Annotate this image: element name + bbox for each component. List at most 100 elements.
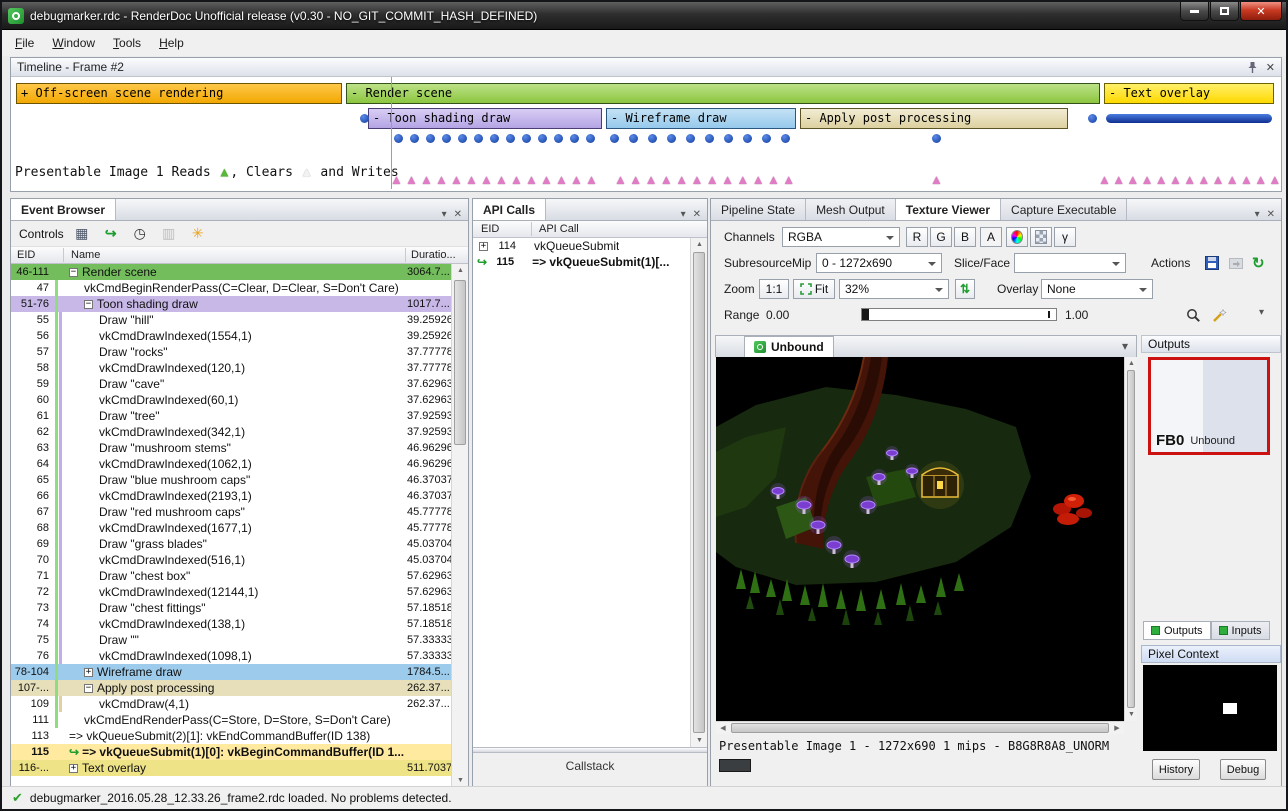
slice-face-combo[interactable]: [1014, 253, 1126, 273]
scroll-thumb[interactable]: [454, 280, 466, 445]
toolbar-collapse-icon[interactable]: ▾: [1259, 303, 1264, 323]
channel-green-button[interactable]: G: [930, 227, 952, 247]
event-row[interactable]: 111vkCmdEndRenderPass(C=Store, D=Store, …: [11, 712, 451, 728]
tab-event-browser[interactable]: Event Browser: [11, 199, 116, 220]
event-row[interactable]: 63Draw "mushroom stems"46.96296: [11, 440, 451, 456]
expander-plus-icon[interactable]: +: [479, 242, 488, 251]
timeline-close-icon[interactable]: ✕: [1266, 61, 1275, 74]
scroll-right-icon[interactable]: ▶: [1110, 722, 1124, 735]
api-calls-column-header[interactable]: EID API Call: [473, 221, 707, 238]
history-button[interactable]: History: [1152, 759, 1200, 780]
scroll-up-icon[interactable]: ▲: [691, 238, 708, 251]
save-texture-button[interactable]: [1199, 253, 1225, 273]
timeline-bar[interactable]: - Toon shading draw: [368, 108, 602, 129]
export-texture-button[interactable]: [1223, 253, 1249, 273]
timeline-bar[interactable]: - Apply post processing: [800, 108, 1068, 129]
restore-button[interactable]: [1210, 2, 1239, 21]
menu-item-window[interactable]: Window: [43, 32, 104, 54]
right-close-icon[interactable]: ✕: [1267, 209, 1275, 220]
event-row[interactable]: 60vkCmdDrawIndexed(60,1)37.62963: [11, 392, 451, 408]
api-call-row[interactable]: ↪115=> vkQueueSubmit(1)[...: [473, 254, 690, 270]
timeline-settings-icon[interactable]: ▦: [71, 224, 93, 244]
checkerboard-background-button[interactable]: [1030, 227, 1052, 247]
range-white-handle[interactable]: [1048, 311, 1050, 318]
timeline-bar[interactable]: - Render scene: [346, 83, 1100, 104]
event-row[interactable]: 78-104+Wireframe draw1784.5...: [11, 664, 451, 680]
event-row[interactable]: 46-111−Render scene3064.7...: [11, 264, 451, 280]
menu-item-help[interactable]: Help: [150, 32, 193, 54]
expander-minus-icon[interactable]: −: [84, 300, 93, 309]
scroll-thumb[interactable]: [1127, 370, 1135, 708]
event-row[interactable]: 64vkCmdDrawIndexed(1062,1)46.96296: [11, 456, 451, 472]
channel-red-button[interactable]: R: [906, 227, 928, 247]
event-row[interactable]: 69Draw "grass blades"45.03704: [11, 536, 451, 552]
event-row[interactable]: 55Draw "hill"39.25926: [11, 312, 451, 328]
texture-list-caret-icon[interactable]: ▾: [1122, 339, 1136, 357]
menu-item-tools[interactable]: Tools: [104, 32, 150, 54]
event-row[interactable]: 116-...+Text overlay511.7037: [11, 760, 451, 776]
event-row[interactable]: 70vkCmdDrawIndexed(516,1)45.03704: [11, 552, 451, 568]
range-slider[interactable]: [861, 308, 1057, 321]
texture-image[interactable]: [716, 357, 1124, 721]
fb0-thumbnail[interactable]: FB0 Unbound: [1148, 357, 1270, 455]
zoom-1to1-button[interactable]: 1:1: [759, 279, 789, 299]
zoom-combo[interactable]: 32%: [839, 279, 949, 299]
texture-vscrollbar[interactable]: ▲ ▼: [1124, 357, 1137, 721]
tab-inputs[interactable]: Inputs: [1211, 621, 1270, 640]
mip-combo[interactable]: 0 - 1272x690: [816, 253, 942, 273]
event-row[interactable]: 68vkCmdDrawIndexed(1677,1)45.77778: [11, 520, 451, 536]
event-row[interactable]: 107-...−Apply post processing262.37...: [11, 680, 451, 696]
timeline-canvas[interactable]: Presentable Image 1 Reads ▲, Clears ▲ an…: [11, 77, 1281, 191]
channel-blue-button[interactable]: B: [954, 227, 976, 247]
scroll-left-icon[interactable]: ◀: [716, 722, 730, 735]
event-browser-column-header[interactable]: EID Name Duratio...: [11, 247, 468, 264]
tab-pipeline-state[interactable]: Pipeline State: [711, 199, 806, 220]
expander-minus-icon[interactable]: −: [69, 268, 78, 277]
api-calls-menu-caret-icon[interactable]: ▾: [681, 209, 686, 220]
scroll-up-icon[interactable]: ▲: [452, 264, 469, 277]
goto-event-icon[interactable]: ↪: [100, 224, 122, 244]
pin-icon[interactable]: [1247, 61, 1258, 74]
tab-texture-unbound[interactable]: Unbound: [744, 336, 834, 357]
channel-alpha-button[interactable]: A: [980, 227, 1002, 247]
timeline-header[interactable]: Timeline - Frame #2 ✕: [11, 58, 1281, 77]
zoom-range-button[interactable]: [1181, 305, 1206, 325]
autofit-range-button[interactable]: [1207, 305, 1232, 325]
event-row[interactable]: 72vkCmdDrawIndexed(12144,1)57.62963: [11, 584, 451, 600]
timeline-bar[interactable]: - Text overlay: [1104, 83, 1274, 104]
channels-combo[interactable]: RGBA: [782, 227, 900, 247]
overlay-combo[interactable]: None: [1041, 279, 1153, 299]
event-row[interactable]: 109vkCmdDraw(4,1)262.37...: [11, 696, 451, 712]
scroll-down-icon[interactable]: ▼: [1125, 708, 1138, 721]
event-row[interactable]: 73Draw "chest fittings"57.18518: [11, 600, 451, 616]
texture-hscrollbar[interactable]: ◀ ▶: [716, 721, 1124, 734]
event-row[interactable]: 59Draw "cave"37.62963: [11, 376, 451, 392]
event-row[interactable]: 74vkCmdDrawIndexed(138,1)57.18518: [11, 616, 451, 632]
event-row[interactable]: 75Draw ""57.33333: [11, 632, 451, 648]
menu-item-file[interactable]: File: [6, 32, 43, 54]
statistics-icon[interactable]: ▥: [158, 224, 180, 244]
minimize-button[interactable]: [1180, 2, 1209, 21]
event-row[interactable]: 61Draw "tree"37.92593: [11, 408, 451, 424]
event-row[interactable]: 51-76−Toon shading draw1017.7...: [11, 296, 451, 312]
event-row[interactable]: 67Draw "red mushroom caps"45.77778: [11, 504, 451, 520]
tab-mesh-output[interactable]: Mesh Output: [806, 199, 896, 220]
scroll-thumb[interactable]: [693, 252, 705, 733]
debug-button[interactable]: Debug: [1220, 759, 1266, 780]
api-calls-vscrollbar[interactable]: ▲ ▼: [690, 238, 707, 747]
event-row[interactable]: 56vkCmdDrawIndexed(1554,1)39.25926: [11, 328, 451, 344]
event-browser-menu-caret-icon[interactable]: ▾: [442, 209, 447, 220]
custom-display-button[interactable]: [1006, 227, 1028, 247]
event-row[interactable]: 71Draw "chest box"57.62963: [11, 568, 451, 584]
event-row[interactable]: 47vkCmdBeginRenderPass(C=Clear, D=Clear,…: [11, 280, 451, 296]
event-row[interactable]: 113=> vkQueueSubmit(2)[1]: vkEndCommandB…: [11, 728, 451, 744]
pixel-context-view[interactable]: [1143, 665, 1277, 751]
bookmark-icon[interactable]: ✳: [187, 224, 209, 244]
api-calls-close-icon[interactable]: ✕: [693, 209, 701, 220]
event-row[interactable]: 115↪=> vkQueueSubmit(1)[0]: vkBeginComma…: [11, 744, 451, 760]
event-row[interactable]: 65Draw "blue mushroom caps"46.37037: [11, 472, 451, 488]
scroll-thumb[interactable]: [731, 723, 1109, 733]
range-black-handle[interactable]: [862, 309, 869, 320]
scroll-up-icon[interactable]: ▲: [1125, 357, 1138, 370]
timeline-bar[interactable]: - Wireframe draw: [606, 108, 796, 129]
